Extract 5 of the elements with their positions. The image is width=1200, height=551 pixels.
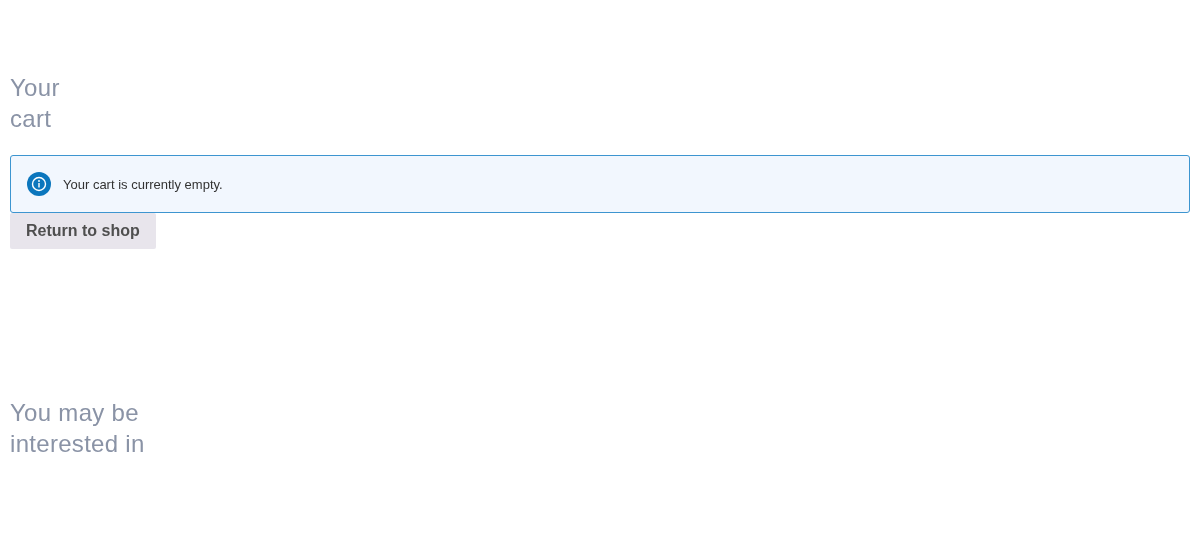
section-title: You may be interested in (10, 398, 146, 459)
info-icon (27, 172, 51, 196)
notice-message: Your cart is currently empty. (63, 176, 223, 192)
page-title: Your cart (10, 73, 61, 134)
return-to-shop-button[interactable]: Return to shop (10, 213, 156, 249)
